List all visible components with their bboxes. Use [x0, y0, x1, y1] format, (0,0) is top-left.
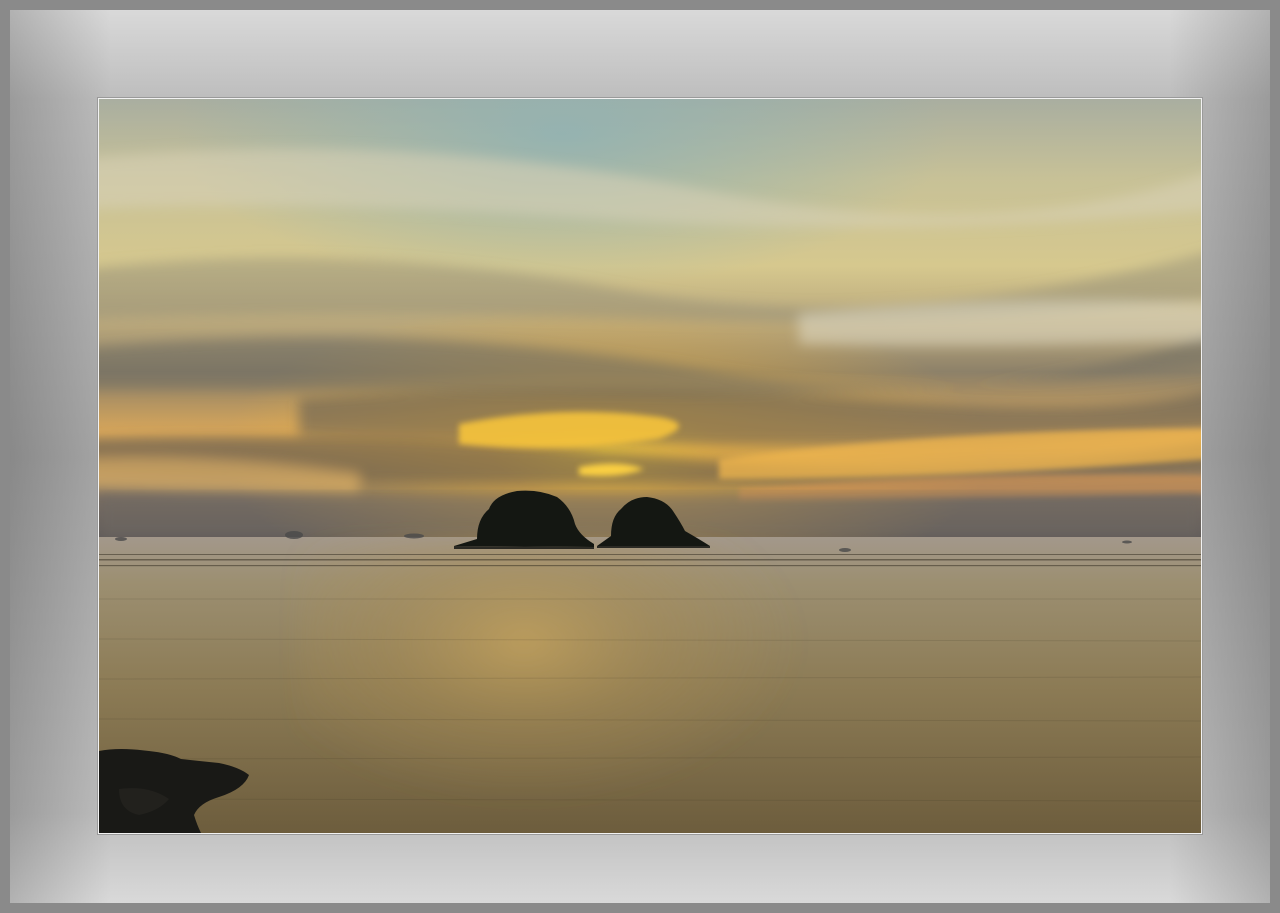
- picture-frame: [0, 0, 1280, 913]
- sunset-seascape-image: [99, 99, 1201, 833]
- sunset-photo: [98, 98, 1202, 834]
- sea: [99, 537, 1201, 833]
